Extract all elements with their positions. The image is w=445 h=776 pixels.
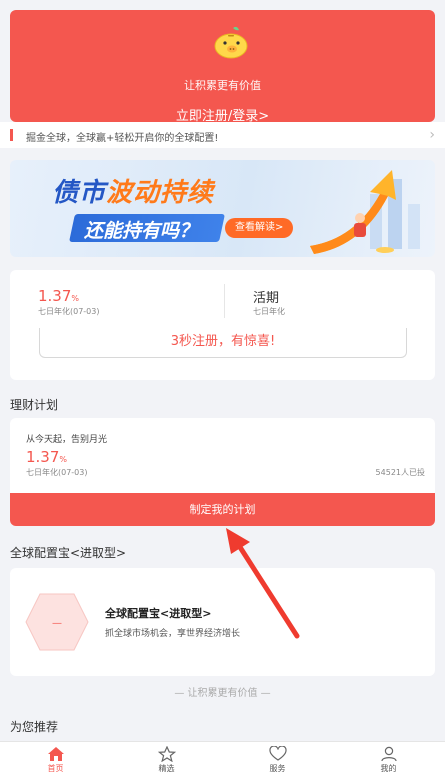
banner-read-button[interactable]: 查看解读> (225, 218, 294, 238)
tab-featured-label: 精选 (158, 764, 175, 773)
global-card-desc: 抓全球市场机会，享世界经济增长 (105, 629, 241, 639)
notice-text: 掘金全球，全球赢+轻松开启你的全球配置! (26, 133, 219, 144)
seven-day-rate-label: 七日年化(07-03) (38, 307, 100, 316)
notice-marker (10, 129, 13, 141)
current-deposit-label: 七日年化 (253, 307, 285, 316)
banner-pagination (216, 246, 223, 257)
home-icon (47, 747, 64, 761)
investor-count: 54521人已投 (375, 468, 425, 477)
plan-section-title: 理财计划 (10, 398, 59, 412)
star-icon (157, 746, 176, 762)
bottom-tab-bar: 首页 精选 服务 我的 (0, 741, 445, 776)
tab-mine[interactable]: 我的 (333, 742, 444, 776)
login-header[interactable]: 让积累更有价值 立即注册/登录> (10, 10, 435, 124)
make-plan-button[interactable]: 制定我的计划 (10, 493, 435, 526)
current-deposit-title: 活期 (253, 291, 280, 306)
promo-banner[interactable]: 债市波动持续 还能持有吗？ 查看解读> (10, 160, 435, 257)
tab-home-label: 首页 (47, 764, 64, 773)
tab-home[interactable]: 首页 (0, 742, 111, 776)
tab-featured[interactable]: 精选 (111, 742, 222, 776)
piggy-bank-icon (214, 26, 248, 59)
divider (224, 284, 225, 318)
plan-subtitle: 从今天起，告别月光 (26, 435, 108, 445)
slogan: — 让积累更有价值 — (174, 688, 271, 699)
register-prompt-button[interactable]: 3秒注册，有惊喜! (39, 328, 407, 358)
global-allocation-card[interactable]: — 全球配置宝<进取型> 抓全球市场机会，享世界经济增长 (10, 568, 435, 676)
banner-headline: 债市波动持续 (52, 172, 214, 209)
header-tagline: 让积累更有价值 (184, 79, 261, 92)
hexagon-icon: — (25, 593, 89, 651)
heart-icon (268, 746, 287, 761)
tab-service[interactable]: 服务 (222, 742, 333, 776)
banner-subhead: 还能持有吗？ (84, 220, 199, 242)
notice-bar[interactable]: 掘金全球，全球赢+轻松开启你的全球配置! › (0, 122, 445, 148)
recommend-title: 为您推荐 (10, 720, 59, 734)
global-section-title: 全球配置宝<进取型> (10, 546, 127, 560)
global-card-title: 全球配置宝<进取型> (105, 607, 212, 620)
product-card[interactable]: 1.37% 七日年化(07-03) 活期 七日年化 3秒注册，有惊喜! (10, 270, 435, 380)
banner-headline-part-b: 波动持续 (106, 178, 215, 208)
seven-day-rate: 1.37% (38, 287, 80, 305)
tab-mine-label: 我的 (380, 764, 397, 773)
plan-rate-label: 七日年化(07-03) (26, 468, 88, 477)
hexagon-label: — (52, 618, 62, 629)
chevron-right-icon: › (429, 127, 435, 143)
rising-arrow-illustration (310, 170, 420, 254)
tab-service-label: 服务 (269, 764, 286, 773)
plan-card[interactable]: 从今天起，告别月光 1.37% 七日年化(07-03) 54521人已投 制定我… (10, 418, 435, 526)
banner-headline-part-a: 债市 (52, 178, 107, 208)
plan-rate: 1.37% (26, 448, 68, 466)
user-icon (380, 746, 397, 762)
